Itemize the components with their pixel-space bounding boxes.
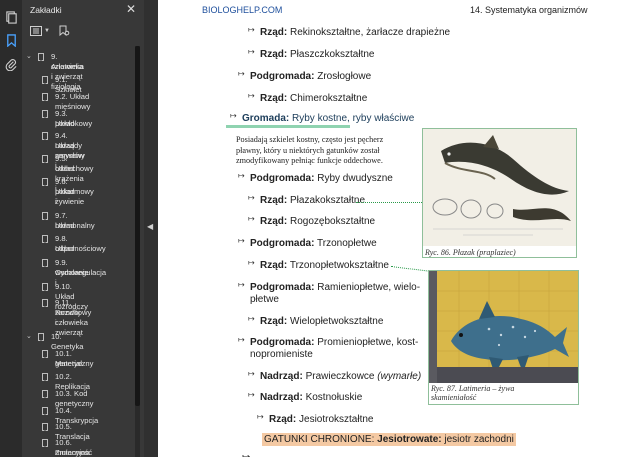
- taxonomy-row: ↦ Rząd: Chimerokształtne: [248, 91, 368, 104]
- bookmark-icon: [42, 350, 48, 358]
- bookmark-icon: [42, 439, 48, 447]
- bookmark-icon: [42, 76, 48, 84]
- arrow-icon: ↦: [248, 258, 255, 267]
- protected-species-note: GATUNKI CHRONIONE: Jesiotrowate: jesiotr…: [262, 433, 516, 446]
- bookmark-icon: [42, 110, 48, 118]
- arrow-icon: ↦: [248, 91, 255, 100]
- arrow-icon: ↦: [248, 193, 255, 202]
- fish-illustration: [423, 129, 576, 246]
- callout-line: [390, 266, 429, 272]
- panel-splitter[interactable]: ◀: [144, 0, 158, 457]
- page-header-site[interactable]: BIOLOGHELP.COM: [202, 5, 282, 15]
- arrow-icon: ↦: [238, 236, 245, 245]
- panel-header: Zakładki ✕: [22, 0, 144, 20]
- collapse-panel-icon[interactable]: ◀: [147, 222, 153, 231]
- taxonomy-row-continued: płetwe: [250, 294, 279, 305]
- taxonomy-row: ↦ Nadrząd: Prawieczkowce (wymarłe): [248, 369, 422, 382]
- arrow-icon: ↦: [248, 214, 255, 223]
- bookmark-search-icon: [59, 25, 70, 37]
- bookmark-icon: [42, 93, 48, 101]
- arrow-icon: ↦: [242, 452, 250, 457]
- chevron-down-icon[interactable]: ⌄: [26, 52, 32, 62]
- taxonomy-row: ↦ Rząd: Wielopłetwokształtne: [248, 314, 384, 327]
- bookmark-icon: [42, 390, 48, 398]
- arrow-icon: ↦: [238, 171, 245, 180]
- bookmark-icon: [38, 53, 44, 61]
- arrow-icon: ↦: [238, 335, 245, 344]
- list-options-icon: [30, 26, 42, 36]
- bookmarks-panel: Zakładki ✕ ▼ ⌄ 9. Anatomia i fizjologia …: [22, 0, 144, 457]
- taxonomy-row: ↦ Rząd: Trzonopłetwokształtne: [248, 258, 389, 271]
- page-header-chapter: 14. Systematyka organizmów: [470, 5, 588, 15]
- panel-toolbar: ▼: [22, 21, 144, 41]
- arrow-icon: ↦: [248, 47, 255, 56]
- panel-title: Zakładki: [30, 5, 62, 15]
- taxonomy-row: ↦ Podgromada: Promieniopłetwe, kost-: [238, 335, 419, 348]
- pdf-viewer: Zakładki ✕ ▼ ⌄ 9. Anatomia i fizjologia …: [0, 0, 620, 457]
- arrow-icon: ↦: [248, 390, 255, 399]
- arrow-icon: ↦: [248, 369, 255, 378]
- figure-latimeria: Ryc. 87. Latimeria – żywa skamieniałość: [428, 270, 579, 405]
- taxonomy-row: ↦ Rząd: Jesiotrokształtne: [257, 412, 374, 425]
- bookmark-icon: [42, 407, 48, 415]
- callout-line: [356, 202, 422, 203]
- bookmark-icon: [42, 373, 48, 381]
- bookmark-icon: [42, 259, 48, 267]
- bookmark-icon: [42, 132, 48, 140]
- taxonomy-row-gromada: ↦ Gromada: Ryby kostne, ryby właściwe: [230, 111, 415, 124]
- find-bookmark-button[interactable]: [58, 24, 70, 38]
- taxonomy-row: ↦ Podgromada: Ryby dwudyszne: [238, 171, 393, 184]
- taxonomy-row: ↦ Rząd: Rogozębokształtne: [248, 214, 376, 227]
- taxonomy-row: ↦ Podgromada: Ramieniopłetwe, wielo-: [238, 280, 421, 293]
- options-menu-button[interactable]: ▼: [30, 24, 50, 38]
- document-page: BIOLOGHELP.COM 14. Systematyka organizmó…: [158, 0, 620, 457]
- highlight-underline: [226, 125, 350, 128]
- chevron-down-icon[interactable]: ⌄: [26, 332, 32, 342]
- bookmark-icon: [42, 212, 48, 220]
- figure-caption: Ryc. 87. Latimeria – żywa: [431, 384, 515, 393]
- taxonomy-row: ↦ Podgromada: Zrosłogłowe: [238, 69, 372, 82]
- thumbnails-icon[interactable]: [4, 10, 18, 24]
- bookmarks-scrollbar[interactable]: [135, 46, 140, 457]
- arrow-icon: ↦: [257, 412, 264, 421]
- arrow-icon: ↦: [238, 69, 245, 78]
- bookmarks-icon[interactable]: [4, 33, 18, 47]
- taxonomy-row: ↦ Nadrząd: Kostnołuskie: [248, 390, 363, 403]
- arrow-icon: ↦: [248, 314, 255, 323]
- taxonomy-row: ↦ Podgromada: Trzonopłetwe: [238, 236, 377, 249]
- bookmark-tree: ⌄ 9. Anatomia i fizjologia człowieka i z…: [26, 52, 107, 457]
- bookmark-icon: [42, 423, 48, 431]
- figure-plazak: Ryc. 86. Płazak (praplaziec): [422, 128, 577, 258]
- bookmark-icon: [42, 235, 48, 243]
- tool-rail: [0, 0, 22, 457]
- description-paragraph: Posiadają szkielet kostny, często jest p…: [236, 135, 384, 165]
- taxonomy-row: ↦ Rząd: Rekinokształtne, żarłacze drapie…: [248, 25, 451, 38]
- taxonomy-row-continued: nopromieniste: [250, 349, 313, 360]
- bookmark-icon: [42, 299, 48, 307]
- close-icon[interactable]: ✕: [124, 2, 138, 16]
- chevron-down-icon: ▼: [44, 28, 50, 34]
- figure-caption: skamieniałość: [431, 393, 477, 402]
- arrow-icon: ↦: [238, 280, 245, 289]
- taxonomy-row: ↦ Rząd: Płaszczkokształtne: [248, 47, 375, 60]
- figure-caption: Ryc. 86. Płazak (praplaziec): [425, 248, 516, 257]
- taxonomy-row: ↦ Rząd: Płazakokształtne: [248, 193, 366, 206]
- arrow-icon: ↦: [248, 25, 255, 34]
- attachment-icon[interactable]: [4, 57, 18, 71]
- arrow-icon: ↦: [230, 111, 237, 120]
- bookmark-icon: [42, 283, 48, 291]
- bookmark-icon: [42, 155, 48, 163]
- bookmark-icon: [38, 333, 44, 341]
- coelacanth-photo: [429, 271, 578, 383]
- bookmark-icon: [42, 178, 48, 186]
- scrollbar-thumb[interactable]: [135, 46, 140, 406]
